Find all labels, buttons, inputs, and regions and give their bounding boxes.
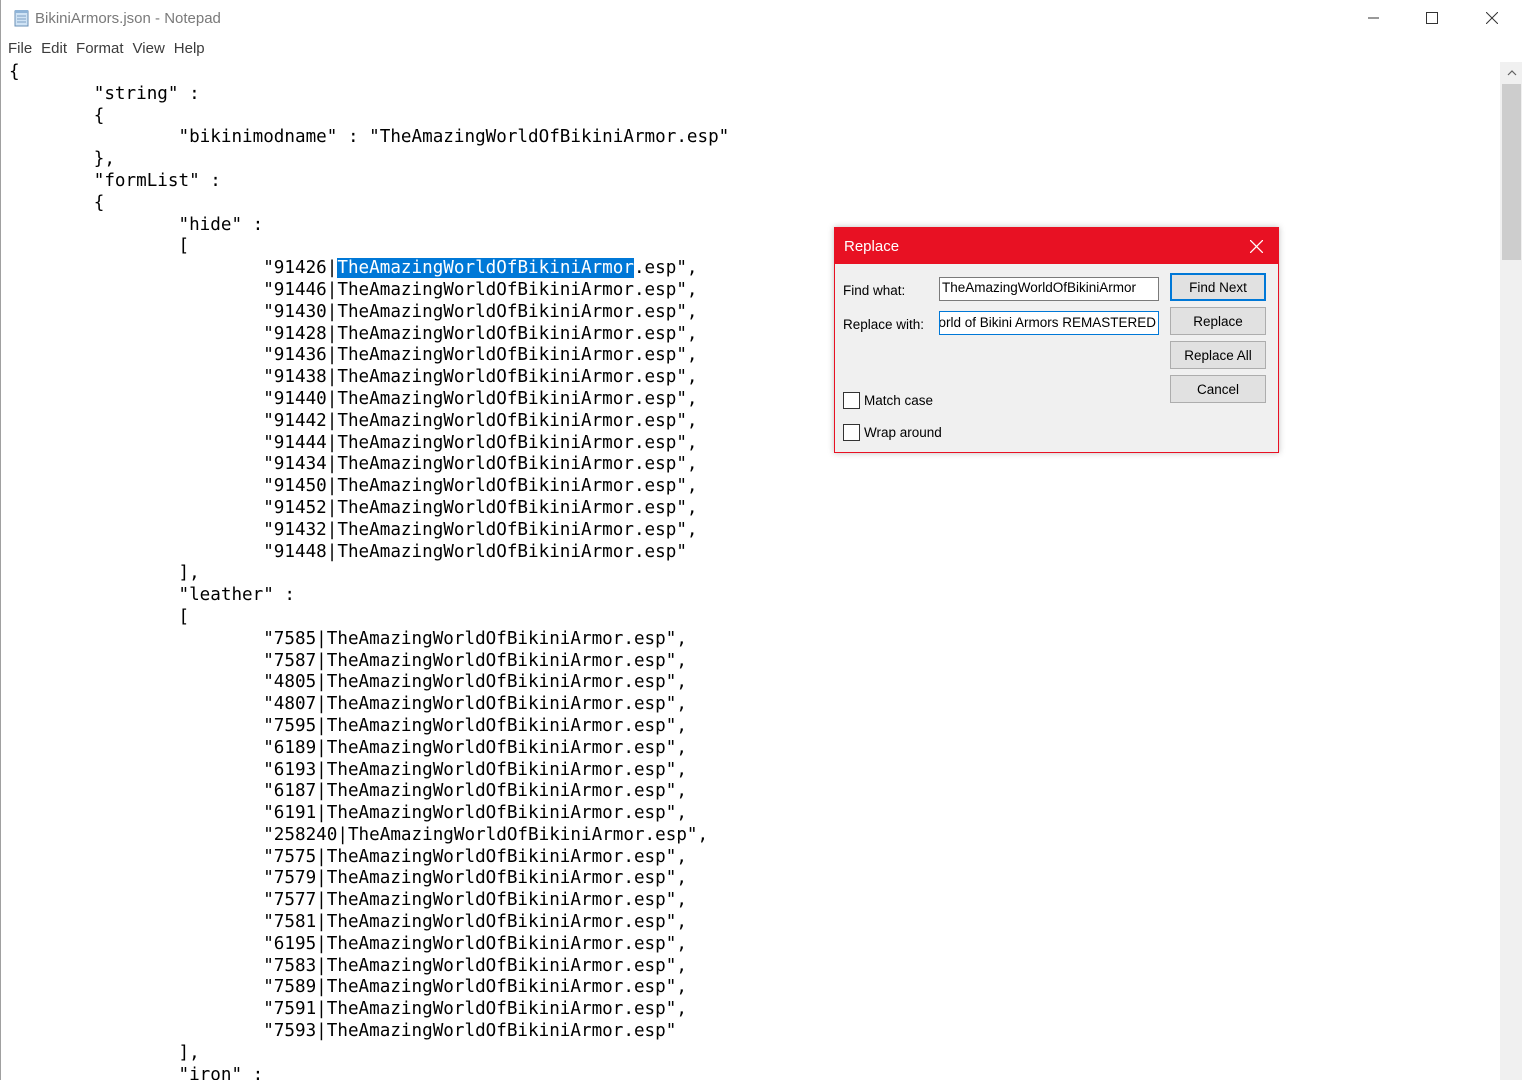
editor-line: "6193|TheAmazingWorldOfBikiniArmor.esp", — [9, 759, 687, 780]
editor-line: "6191|TheAmazingWorldOfBikiniArmor.esp", — [9, 803, 687, 824]
menu-help[interactable]: Help — [173, 38, 206, 62]
editor-line: { — [9, 62, 20, 82]
match-case-label: Match case — [864, 393, 934, 408]
editor-line: "91440|TheAmazingWorldOfBikiniArmor.esp"… — [9, 388, 698, 409]
editor-line: { — [9, 192, 105, 213]
window-title: BikiniArmors.json - Notepad — [35, 10, 221, 27]
editor-line: "91442|TheAmazingWorldOfBikiniArmor.esp"… — [9, 410, 698, 431]
editor-line: "91450|TheAmazingWorldOfBikiniArmor.esp"… — [9, 476, 698, 497]
editor-line: "91436|TheAmazingWorldOfBikiniArmor.esp"… — [9, 345, 698, 366]
editor-line: "91448|TheAmazingWorldOfBikiniArmor.esp" — [9, 541, 687, 562]
close-icon — [1249, 239, 1263, 253]
title-bar[interactable]: BikiniArmors.json - Notepad — [1, 0, 1522, 38]
replace-dialog-close-button[interactable] — [1241, 234, 1271, 258]
replace-all-button[interactable]: Replace All — [1170, 341, 1266, 369]
editor-line: [ — [9, 236, 190, 257]
replace-dialog: Replace Find what: TheAmazingWorldOfBiki… — [834, 227, 1279, 453]
cancel-button[interactable]: Cancel — [1170, 375, 1266, 403]
replace-dialog-title-bar[interactable]: Replace — [835, 228, 1278, 264]
editor-line: "hide" : — [9, 214, 264, 235]
editor-line: "4807|TheAmazingWorldOfBikiniArmor.esp", — [9, 694, 687, 715]
notepad-window: BikiniArmors.json - Notepad File Edit Fo… — [0, 0, 1522, 1080]
replace-button[interactable]: Replace — [1170, 307, 1266, 335]
menu-format[interactable]: Format — [75, 38, 125, 62]
editor-line: }, — [9, 149, 115, 170]
menu-bar: File Edit Format View Help — [1, 38, 1522, 62]
notepad-app-icon — [13, 9, 31, 27]
text-editor-area[interactable]: { "string" : { "bikinimodname" : "TheAma… — [1, 62, 1500, 1080]
menu-edit[interactable]: Edit — [40, 38, 68, 62]
editor-line: "91444|TheAmazingWorldOfBikiniArmor.esp"… — [9, 432, 698, 453]
maximize-button[interactable] — [1403, 0, 1461, 36]
editor-line: "91438|TheAmazingWorldOfBikiniArmor.esp"… — [9, 367, 698, 388]
menu-file[interactable]: File — [7, 38, 33, 62]
selected-text: TheAmazingWorldOfBikiniArmor — [337, 258, 634, 279]
scroll-up-arrow[interactable] — [1500, 62, 1522, 84]
editor-line: "91452|TheAmazingWorldOfBikiniArmor.esp"… — [9, 497, 698, 518]
editor-line: [ — [9, 606, 190, 627]
editor-line: "91432|TheAmazingWorldOfBikiniArmor.esp"… — [9, 519, 698, 540]
editor-line: "91430|TheAmazingWorldOfBikiniArmor.esp"… — [9, 301, 698, 322]
editor-line: "7585|TheAmazingWorldOfBikiniArmor.esp", — [9, 628, 687, 649]
replace-dialog-title: Replace — [844, 238, 900, 255]
replace-with-input[interactable]: The Amazing World of Bikini Armors REMAS… — [939, 311, 1159, 335]
vertical-scrollbar[interactable] — [1500, 62, 1522, 1080]
editor-line: "7583|TheAmazingWorldOfBikiniArmor.esp", — [9, 955, 687, 976]
chevron-up-icon — [1507, 70, 1516, 76]
editor-line: "leather" : — [9, 585, 295, 606]
editor-line: "7575|TheAmazingWorldOfBikiniArmor.esp", — [9, 846, 687, 867]
editor-line: "6195|TheAmazingWorldOfBikiniArmor.esp", — [9, 933, 687, 954]
editor-line: "string" : — [9, 83, 200, 104]
wrap-around-checkbox[interactable] — [843, 424, 860, 441]
editor-line: "iron" : — [9, 1064, 264, 1080]
editor-text[interactable]: { "string" : { "bikinimodname" : "TheAma… — [9, 62, 729, 1080]
editor-line: { — [9, 105, 105, 126]
find-next-button[interactable]: Find Next — [1170, 273, 1266, 301]
editor-line: "6187|TheAmazingWorldOfBikiniArmor.esp", — [9, 781, 687, 802]
minimize-button[interactable] — [1345, 0, 1403, 36]
wrap-around-label: Wrap around — [864, 425, 942, 440]
editor-line: "7579|TheAmazingWorldOfBikiniArmor.esp", — [9, 868, 687, 889]
find-what-value: TheAmazingWorldOfBikiniArmor — [942, 280, 1137, 295]
find-what-label: Find what: — [843, 283, 906, 298]
match-case-checkbox[interactable] — [843, 392, 860, 409]
wrap-around-option[interactable]: Wrap around — [843, 424, 942, 441]
editor-line: "91434|TheAmazingWorldOfBikiniArmor.esp"… — [9, 454, 698, 475]
close-icon — [1486, 12, 1498, 24]
editor-line: "91428|TheAmazingWorldOfBikiniArmor.esp"… — [9, 323, 698, 344]
editor-line: "7581|TheAmazingWorldOfBikiniArmor.esp", — [9, 912, 687, 933]
editor-line: ], — [9, 1042, 200, 1063]
editor-line: "bikinimodname" : "TheAmazingWorldOfBiki… — [9, 127, 730, 148]
menu-view[interactable]: View — [132, 38, 166, 62]
editor-line: "7595|TheAmazingWorldOfBikiniArmor.esp", — [9, 715, 687, 736]
match-case-option[interactable]: Match case — [843, 392, 933, 409]
editor-line: "91446|TheAmazingWorldOfBikiniArmor.esp"… — [9, 279, 698, 300]
editor-line: "7593|TheAmazingWorldOfBikiniArmor.esp" — [9, 1021, 677, 1042]
replace-with-value: The Amazing World of Bikini Armors REMAS… — [939, 315, 1156, 330]
scrollbar-thumb[interactable] — [1502, 84, 1521, 260]
editor-line: ], — [9, 563, 200, 584]
editor-line: "91426|TheAmazingWorldOfBikiniArmor.esp"… — [9, 258, 698, 279]
editor-line: "7591|TheAmazingWorldOfBikiniArmor.esp", — [9, 999, 687, 1020]
editor-line: "6189|TheAmazingWorldOfBikiniArmor.esp", — [9, 737, 687, 758]
maximize-icon — [1426, 12, 1438, 24]
minimize-icon — [1368, 17, 1379, 19]
find-what-input[interactable]: TheAmazingWorldOfBikiniArmor — [939, 277, 1159, 301]
close-button[interactable] — [1463, 0, 1521, 36]
editor-line: "7577|TheAmazingWorldOfBikiniArmor.esp", — [9, 890, 687, 911]
editor-line: "7589|TheAmazingWorldOfBikiniArmor.esp", — [9, 977, 687, 998]
editor-line: "7587|TheAmazingWorldOfBikiniArmor.esp", — [9, 650, 687, 671]
replace-with-label: Replace with: — [843, 317, 925, 332]
editor-line: "formList" : — [9, 170, 221, 191]
editor-line: "4805|TheAmazingWorldOfBikiniArmor.esp", — [9, 672, 687, 693]
editor-line: "258240|TheAmazingWorldOfBikiniArmor.esp… — [9, 824, 709, 845]
